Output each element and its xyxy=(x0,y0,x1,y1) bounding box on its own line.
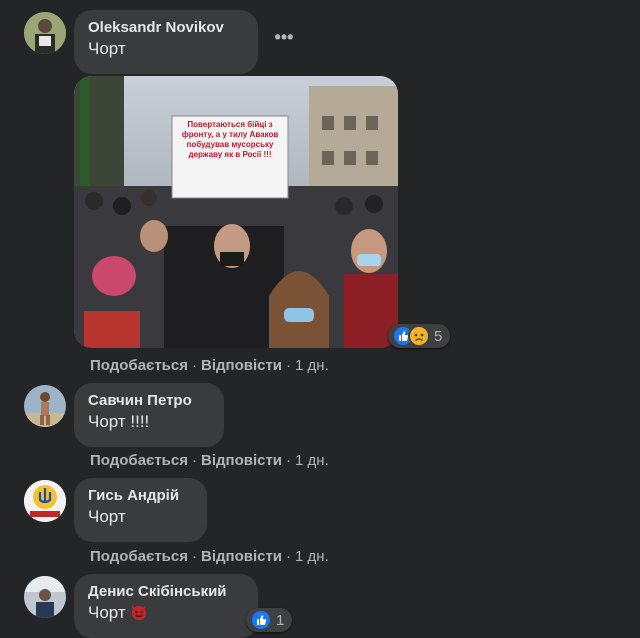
reply-button[interactable]: Відповісти xyxy=(201,548,282,565)
separator: · xyxy=(191,548,197,565)
avatar[interactable] xyxy=(24,385,66,427)
comment-text: Чорт xyxy=(88,507,126,526)
reactions-summary[interactable]: 5 xyxy=(388,324,451,348)
avatar[interactable] xyxy=(24,12,66,54)
comment-text-content: Чорт xyxy=(88,603,126,622)
comment-photo[interactable]: Повертаються бійці з фронту, а у тилу Ав… xyxy=(74,76,398,348)
reaction-count: 1 xyxy=(276,611,285,629)
avatar-image xyxy=(24,576,66,618)
separator: · xyxy=(191,452,197,469)
author-name[interactable]: Гись Андрій xyxy=(88,486,193,506)
more-options-icon[interactable]: ••• xyxy=(272,28,296,52)
comment-actions: Подобається · Відповісти · 1 дн. xyxy=(90,452,329,469)
comment-bubble: Савчин Петро Чорт !!!! xyxy=(74,383,224,447)
comment-actions: Подобається · Відповісти · 1 дн. xyxy=(90,357,329,374)
avatar[interactable] xyxy=(24,480,66,522)
timestamp[interactable]: 1 дн. xyxy=(295,452,329,469)
like-icon xyxy=(250,609,272,631)
author-name[interactable]: Денис Скібінський xyxy=(88,582,244,602)
separator: · xyxy=(191,357,197,374)
reactions-summary[interactable]: 1 xyxy=(246,608,293,632)
separator: · xyxy=(286,548,292,565)
protest-photo-image: Повертаються бійці з фронту, а у тилу Ав… xyxy=(74,76,398,348)
author-name[interactable]: Oleksandr Novikov xyxy=(88,18,244,38)
avatar-image xyxy=(24,385,66,427)
avatar[interactable] xyxy=(24,576,66,618)
reaction-count: 5 xyxy=(434,327,443,345)
ukraine-emblem-icon xyxy=(24,480,66,522)
reply-button[interactable]: Відповісти xyxy=(201,452,282,469)
like-button[interactable]: Подобається xyxy=(90,452,188,469)
timestamp[interactable]: 1 дн. xyxy=(295,357,329,374)
comment-text: Чорт xyxy=(88,602,244,627)
comment-actions: Подобається · Відповісти · 1 дн. xyxy=(90,548,329,565)
comment-bubble: Oleksandr Novikov Чорт xyxy=(74,10,258,74)
comment-bubble: Гись Андрій Чорт xyxy=(74,478,207,542)
avatar-image xyxy=(24,12,66,54)
comment-text: Чорт xyxy=(88,39,126,58)
devil-emoji-icon xyxy=(130,603,148,627)
like-button[interactable]: Подобається xyxy=(90,548,188,565)
protest-sign-text: Повертаються бійці з фронту, а у тилу Ав… xyxy=(181,120,279,159)
separator: · xyxy=(286,452,292,469)
timestamp[interactable]: 1 дн. xyxy=(295,548,329,565)
comment-bubble: Денис Скібінський Чорт xyxy=(74,574,258,638)
like-button[interactable]: Подобається xyxy=(90,357,188,374)
sad-icon xyxy=(408,325,430,347)
author-name[interactable]: Савчин Петро xyxy=(88,391,210,411)
separator: · xyxy=(286,357,292,374)
reply-button[interactable]: Відповісти xyxy=(201,357,282,374)
comment-text: Чорт !!!! xyxy=(88,412,150,431)
